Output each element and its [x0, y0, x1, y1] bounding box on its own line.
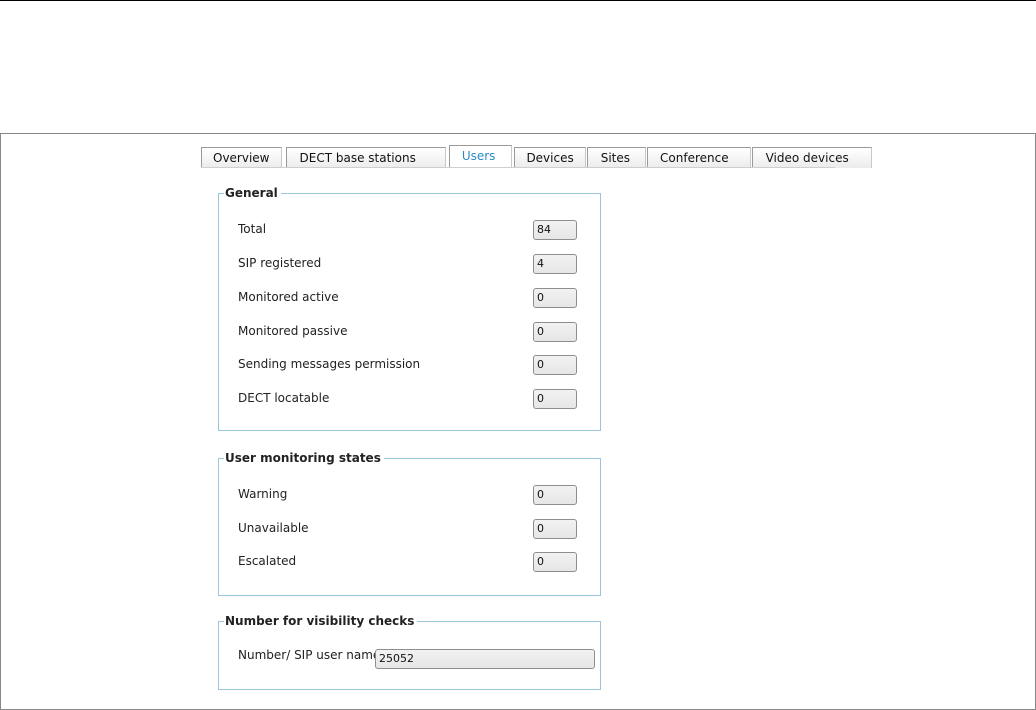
general-row-dect-locatable: DECT locatable 0	[238, 389, 583, 409]
monitoring-group: User monitoring states Warning 0 Unavail…	[218, 450, 601, 596]
tab-dect-base-stations[interactable]: DECT base stations	[285, 147, 446, 168]
sip-registered-value-field: 4	[533, 254, 577, 274]
visibility-group: Number for visibility checks Number/ SIP…	[218, 613, 601, 690]
row-label: Sending messages permission	[238, 357, 421, 371]
tab-video-devices[interactable]: Video devices	[751, 147, 872, 168]
monitoring-group-title: User monitoring states	[224, 450, 384, 466]
general-row-monitored-passive: Monitored passive 0	[238, 322, 583, 342]
visibility-row: Number/ SIP user name 25052	[238, 647, 595, 683]
monitored-active-value-field: 0	[533, 288, 577, 308]
tab-devices[interactable]: Devices	[514, 147, 586, 168]
general-row-sip-registered: SIP registered 4	[238, 254, 583, 274]
general-row-monitored-active: Monitored active 0	[238, 288, 583, 308]
tab-underline	[201, 167, 835, 168]
tab-users[interactable]: Users	[448, 145, 513, 168]
warning-value-field: 0	[533, 485, 577, 505]
tab-sites[interactable]: Sites	[586, 147, 647, 168]
tab-conference[interactable]: Conference	[647, 147, 751, 168]
monitoring-row-escalated: Escalated 0	[238, 552, 583, 572]
tab-overview[interactable]: Overview	[201, 147, 282, 168]
top-divider	[0, 0, 1036, 1]
general-group-title: General	[224, 185, 281, 201]
monitored-passive-value-field: 0	[533, 322, 577, 342]
unavailable-value-field: 0	[533, 519, 577, 539]
row-label: SIP registered	[238, 256, 322, 270]
general-row-total: Total 84	[238, 220, 583, 240]
total-value-field: 84	[533, 220, 577, 240]
row-label: Total	[238, 222, 267, 236]
general-group: General Total 84 SIP registered 4 Monito…	[218, 185, 601, 431]
row-label: Monitored passive	[238, 324, 348, 338]
monitoring-row-warning: Warning 0	[238, 485, 583, 505]
escalated-value-field: 0	[533, 552, 577, 572]
row-label: Warning	[238, 487, 288, 501]
row-label: DECT locatable	[238, 391, 330, 405]
sending-messages-value-field: 0	[533, 355, 577, 375]
dect-locatable-value-field: 0	[533, 389, 577, 409]
tab-bar: Overview DECT base stations Users Device…	[201, 145, 873, 168]
visibility-group-title: Number for visibility checks	[224, 613, 418, 629]
row-label: Unavailable	[238, 521, 309, 535]
number-sip-user-name-label: Number/ SIP user name	[238, 648, 381, 662]
row-label: Monitored active	[238, 290, 339, 304]
general-row-sending-messages: Sending messages permission 0	[238, 355, 583, 375]
number-sip-user-name-field[interactable]: 25052	[375, 649, 595, 669]
row-label: Escalated	[238, 554, 297, 568]
monitoring-row-unavailable: Unavailable 0	[238, 519, 583, 539]
